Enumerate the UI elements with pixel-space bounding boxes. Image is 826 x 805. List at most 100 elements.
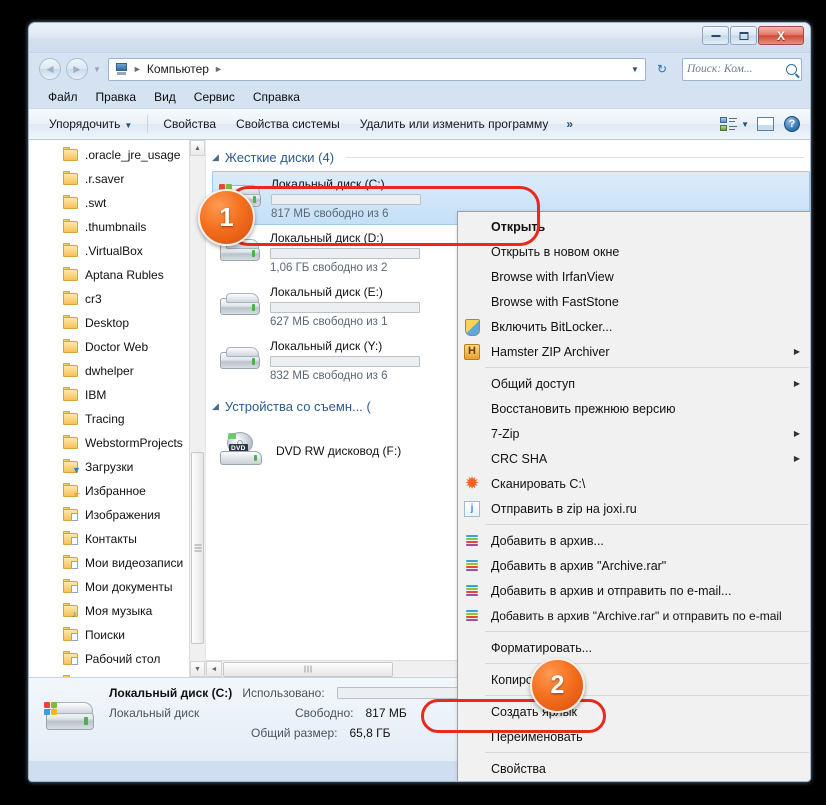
context-menu-item-properties[interactable]: Свойства [458, 756, 810, 781]
context-menu-item-add-archive-email[interactable]: Добавить в архив и отправить по e-mail..… [458, 578, 810, 603]
minimize-button[interactable] [702, 26, 729, 45]
folder-contacts-icon [63, 530, 79, 546]
sidebar-item-webstormprojects[interactable]: WebstormProjects [29, 431, 205, 455]
collapse-icon[interactable]: ◢ [212, 401, 219, 412]
sidebar-item-pictures[interactable]: Изображения [29, 503, 205, 527]
system-properties-button[interactable]: Свойства системы [226, 113, 350, 135]
drive-capacity-bar [270, 301, 420, 313]
context-menu-item-add-archive-rar-email[interactable]: Добавить в архив "Archive.rar" и отправи… [458, 603, 810, 628]
view-chevron-down-icon[interactable]: ▼ [741, 120, 749, 129]
sidebar-item-label: Мои видеозаписи [85, 556, 184, 570]
collapse-icon[interactable]: ◢ [212, 152, 219, 163]
sidebar-item-oracle-jre-usage[interactable]: .oracle_jre_usage [29, 143, 205, 167]
context-menu-item-hamster-zip[interactable]: H Hamster ZIP Archiver ▶ [458, 339, 810, 364]
help-icon[interactable]: ? [784, 116, 800, 132]
folder-icon [63, 362, 79, 378]
sidebar-item-swt[interactable]: .swt [29, 191, 205, 215]
sidebar-item-doctor-web[interactable]: Doctor Web [29, 335, 205, 359]
scroll-down-icon[interactable]: ▼ [190, 661, 205, 677]
address-bar[interactable]: ► Компьютер ► ▼ [107, 57, 646, 81]
menu-item-edit[interactable]: Правка [87, 88, 146, 106]
sidebar-item-label: .VirtualBox [85, 244, 143, 258]
submenu-arrow-icon: ▶ [793, 429, 800, 438]
address-dropdown-icon[interactable]: ▼ [627, 65, 643, 74]
details-free-group: Свободно: 817 МБ [237, 706, 487, 720]
search-input[interactable]: Поиск: Ком... [682, 57, 802, 81]
sidebar-item-label: Избранное [85, 484, 146, 498]
back-icon: ◄ [44, 62, 56, 76]
forward-button[interactable]: ► [66, 58, 88, 80]
context-menu-item-create-shortcut[interactable]: Создать ярлык [458, 699, 810, 724]
organize-button[interactable]: Упорядочить ▼ [39, 113, 142, 135]
preview-pane-icon[interactable] [757, 117, 774, 131]
scroll-up-icon[interactable]: ▲ [190, 140, 205, 156]
context-menu-item-restore-previous[interactable]: Восстановить прежнюю версию [458, 396, 810, 421]
context-menu-item-rename[interactable]: Переименовать [458, 724, 810, 749]
drive-free-space: 817 МБ свободно из 6 [271, 207, 389, 220]
context-menu-item-label: Форматировать... [491, 640, 593, 655]
sidebar-item-videos[interactable]: Мои видеозаписи [29, 551, 205, 575]
sidebar-item-downloads[interactable]: ▼ Загрузки [29, 455, 205, 479]
context-menu-separator [459, 695, 809, 696]
context-menu-separator [459, 367, 809, 368]
context-menu-item-enable-bitlocker[interactable]: Включить BitLocker... [458, 314, 810, 339]
sidebar-item-favorites[interactable]: ★ Избранное [29, 479, 205, 503]
menu-item-help[interactable]: Справка [244, 88, 309, 106]
explorer-window: X ◄ ► ▼ ► Компьютер ► ▼ ↻ Поиск: Ком... [28, 22, 811, 782]
sidebar-item-label: .swt [85, 196, 107, 210]
sidebar-item-label: dwhelper [85, 364, 134, 378]
sidebar-item-aptana-rubles[interactable]: Aptana Rubles [29, 263, 205, 287]
context-menu-item-7zip[interactable]: 7-Zip ▶ [458, 421, 810, 446]
sidebar-item-tracing[interactable]: Tracing [29, 407, 205, 431]
context-menu-item-add-to-archive[interactable]: Добавить в архив... [458, 528, 810, 553]
context-menu-item-open-new-window[interactable]: Открыть в новом окне [458, 239, 810, 264]
context-menu-item-share[interactable]: Общий доступ ▶ [458, 371, 810, 396]
context-menu-item-copy[interactable]: Копировать [458, 667, 810, 692]
context-menu-item-open[interactable]: Открыть [458, 214, 810, 239]
back-button[interactable]: ◄ [39, 58, 61, 80]
context-menu-item-crc-sha[interactable]: CRC SHA ▶ [458, 446, 810, 471]
sidebar-item-label: Контакты [85, 532, 137, 546]
context-menu-item-browse-faststone[interactable]: Browse with FastStone [458, 289, 810, 314]
context-menu-item-browse-irfanview[interactable]: Browse with IrfanView [458, 264, 810, 289]
breadcrumb-separator-trailing-icon[interactable]: ► [212, 64, 225, 74]
context-menu-item-label: Отправить в zip на joxi.ru [491, 501, 637, 516]
close-button[interactable]: X [758, 26, 804, 45]
uninstall-program-button[interactable]: Удалить или изменить программу [350, 113, 559, 135]
menu-item-tools[interactable]: Сервис [185, 88, 244, 106]
horizontal-scrollbar-thumb[interactable] [223, 661, 393, 677]
computer-icon [113, 62, 129, 76]
sidebar-item-contacts[interactable]: Контакты [29, 527, 205, 551]
maximize-button[interactable] [730, 26, 757, 45]
breadcrumb-computer[interactable]: Компьютер [144, 62, 212, 76]
title-bar[interactable]: X [29, 23, 810, 53]
context-menu-item-add-to-archive-rar[interactable]: Добавить в архив "Archive.rar" [458, 553, 810, 578]
sidebar-item-thumbnails[interactable]: .thumbnails [29, 215, 205, 239]
recent-pages-caret-icon[interactable]: ▼ [93, 65, 101, 74]
sidebar-item-dwhelper[interactable]: dwhelper [29, 359, 205, 383]
sidebar-item-searches[interactable]: Поиски [29, 623, 205, 647]
menu-item-view[interactable]: Вид [145, 88, 185, 106]
sidebar-item-desktop[interactable]: Desktop [29, 311, 205, 335]
sidebar-item-cr3[interactable]: cr3 [29, 287, 205, 311]
folder-icon [63, 170, 79, 186]
sidebar-item-virtualbox[interactable]: .VirtualBox [29, 239, 205, 263]
toolbar-overflow-button[interactable]: » [558, 113, 581, 135]
scroll-left-icon[interactable]: ◄ [206, 661, 222, 677]
properties-button[interactable]: Свойства [153, 113, 226, 135]
context-menu-item-joxi[interactable]: j Отправить в zip на joxi.ru [458, 496, 810, 521]
context-menu-item-format[interactable]: Форматировать... [458, 635, 810, 660]
menu-item-file[interactable]: Файл [39, 88, 87, 106]
details-usage-group: Использовано: [242, 686, 492, 700]
sidebar-item-documents[interactable]: Мои документы [29, 575, 205, 599]
group-header-hard-drives[interactable]: ◢ Жесткие диски (4) [206, 140, 810, 167]
sidebar-scrollbar-thumb[interactable] [191, 452, 204, 644]
sidebar-item-r-saver[interactable]: .r.saver [29, 167, 205, 191]
sidebar-item-ibm[interactable]: IBM [29, 383, 205, 407]
context-menu-item-scan[interactable]: ✹ Сканировать C:\ [458, 471, 810, 496]
search-placeholder: Поиск: Ком... [687, 63, 753, 75]
sidebar-item-desktop-folder[interactable]: Рабочий стол [29, 647, 205, 671]
change-view-icon[interactable] [720, 116, 738, 132]
sidebar-item-music[interactable]: ♪ Моя музыка [29, 599, 205, 623]
refresh-icon[interactable]: ↻ [651, 61, 673, 77]
